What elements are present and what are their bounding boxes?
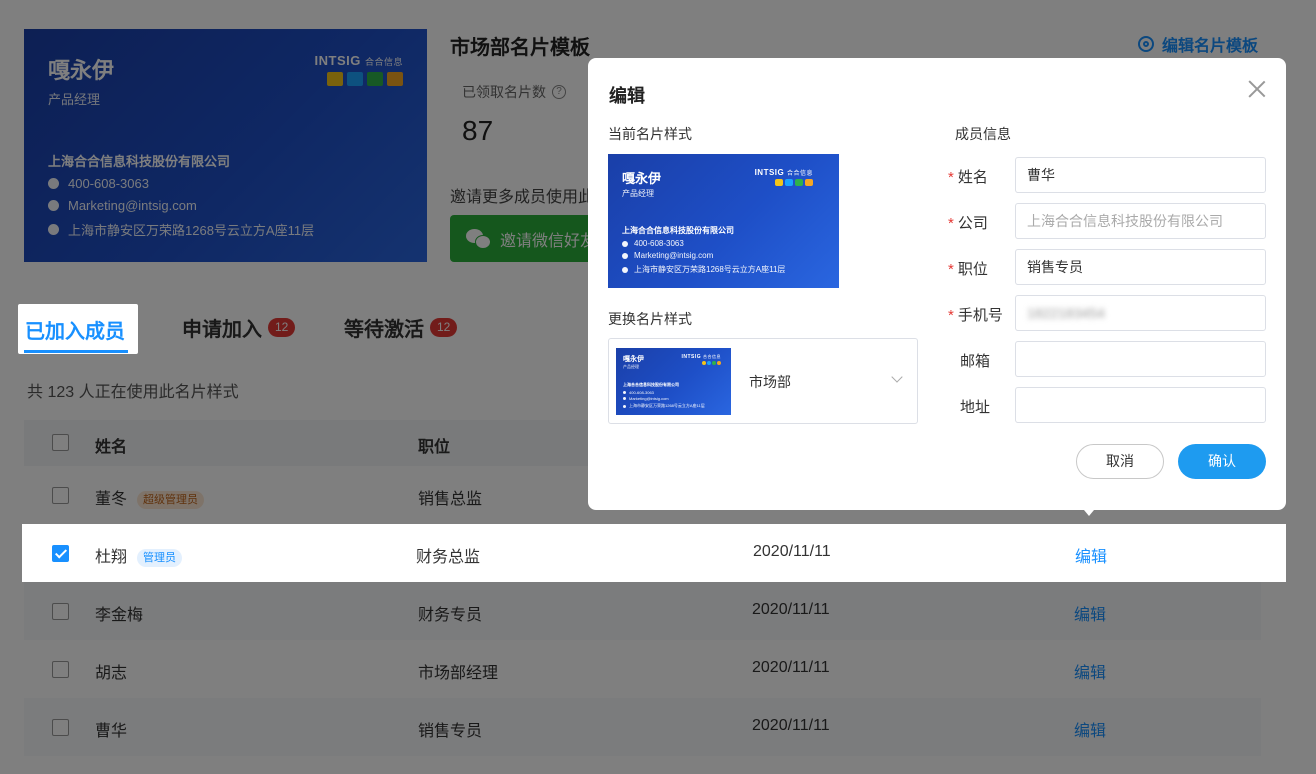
required-mark: * <box>948 307 954 324</box>
phone-input[interactable]: 1822183454 <box>1015 295 1266 331</box>
role-badge: 管理员 <box>137 548 183 567</box>
address-input[interactable] <box>1015 387 1266 423</box>
row-position: 财务总监 <box>416 549 481 566</box>
card-email: Marketing@intsig.com <box>629 396 669 401</box>
table-row-selected: 杜翔 管理员 财务总监 2020/11/11 编辑 <box>22 524 1286 582</box>
name-input[interactable]: 曹华 <box>1015 157 1266 193</box>
intsig-logo: INTSIG 合合信息 <box>755 168 813 186</box>
app-icon <box>775 179 783 186</box>
logo-brand: INTSIG <box>681 354 702 360</box>
card-phone-line: 400-608-3063 <box>623 390 654 395</box>
edit-modal: 编辑 当前名片样式 嘎永伊 产品经理 INTSIG 合合信息 上海合合信息科技股… <box>588 58 1286 510</box>
email-icon <box>623 397 626 400</box>
card-title: 产品经理 <box>623 364 639 369</box>
card-name: 嘎永伊 <box>623 356 644 363</box>
required-mark: * <box>948 169 954 186</box>
style-thumbnail: 嘎永伊 产品经理 INTSIG 合合信息 上海合合信息科技股份有限公司 400-… <box>616 348 731 415</box>
intsig-logo: INTSIG 合合信息 <box>681 354 721 365</box>
required-mark: * <box>948 261 954 278</box>
row-date: 2020/11/11 <box>753 543 831 560</box>
card-address: 上海市静安区万荣路1268号云立方A座11层 <box>629 403 705 408</box>
member-info-label: 成员信息 <box>955 126 1011 142</box>
app-icon <box>795 179 803 186</box>
email-input[interactable] <box>1015 341 1266 377</box>
row-edit-link[interactable]: 编辑 <box>1075 543 1107 567</box>
card-name: 嘎永伊 <box>622 171 662 186</box>
current-card-preview: 嘎永伊 产品经理 INTSIG 合合信息 上海合合信息科技股份有限公司 400-… <box>608 154 839 288</box>
cancel-button[interactable]: 取消 <box>1076 444 1164 479</box>
name-label: * 姓名 <box>948 166 988 187</box>
app-icon <box>717 361 721 365</box>
confirm-button[interactable]: 确认 <box>1178 444 1266 479</box>
card-company: 上海合合信息科技股份有限公司 <box>622 226 734 235</box>
phone-icon <box>622 240 628 247</box>
card-phone: 400-608-3063 <box>629 390 654 395</box>
card-email-line: Marketing@intsig.com <box>622 251 713 260</box>
card-company: 上海合合信息科技股份有限公司 <box>623 382 679 387</box>
chevron-down-icon <box>891 371 903 383</box>
active-tab-indicator <box>24 350 128 353</box>
style-select[interactable]: 嘎永伊 产品经理 INTSIG 合合信息 上海合合信息科技股份有限公司 400-… <box>608 338 918 424</box>
row-checkbox-checked[interactable] <box>52 545 69 562</box>
app-icon <box>785 179 793 186</box>
phone-label: * 手机号 <box>948 304 1003 325</box>
tab-joined[interactable]: 已加入成员 <box>18 304 138 354</box>
address-label: 地址 <box>960 399 991 416</box>
location-icon <box>622 266 628 273</box>
email-label: 邮箱 <box>960 353 991 370</box>
company-label: * 公司 <box>948 212 988 233</box>
name-label-text: 姓名 <box>957 169 988 186</box>
modal-title: 编辑 <box>609 86 645 106</box>
card-address: 上海市静安区万荣路1268号云立方A座11层 <box>634 265 786 274</box>
app-icon <box>805 179 813 186</box>
row-name: 杜翔 管理员 <box>95 543 183 567</box>
tab-joined-label: 已加入成员 <box>25 320 125 343</box>
app-icon <box>712 361 716 365</box>
position-input[interactable]: 销售专员 <box>1015 249 1266 285</box>
position-label-text: 职位 <box>957 261 988 278</box>
app-icon <box>707 361 711 365</box>
row-name-text: 杜翔 <box>95 549 128 566</box>
required-mark: * <box>948 215 954 232</box>
card-email: Marketing@intsig.com <box>634 251 714 260</box>
card-phone-line: 400-608-3063 <box>622 239 684 248</box>
location-icon <box>623 404 626 408</box>
card-email-line: Marketing@intsig.com <box>623 396 669 401</box>
logo-brand-sub: 合合信息 <box>786 171 813 177</box>
company-label-text: 公司 <box>957 215 988 232</box>
logo-brand-sub: 合合信息 <box>703 354 721 359</box>
phone-value-blurred: 1822183454 <box>1027 305 1105 321</box>
card-address-line: 上海市静安区万荣路1268号云立方A座11层 <box>622 264 785 275</box>
app-icon <box>702 361 706 365</box>
card-title: 产品经理 <box>622 189 654 198</box>
email-icon <box>622 252 628 259</box>
current-style-label: 当前名片样式 <box>608 126 692 142</box>
card-address-line: 上海市静安区万荣路1268号云立方A座11层 <box>623 403 705 409</box>
phone-icon <box>623 391 626 394</box>
close-icon[interactable] <box>1248 80 1266 98</box>
company-input[interactable]: 上海合合信息科技股份有限公司 <box>1015 203 1266 239</box>
style-select-value: 市场部 <box>749 374 791 390</box>
phone-label-text: 手机号 <box>957 307 1003 324</box>
logo-brand: INTSIG <box>754 168 785 177</box>
card-phone: 400-608-3063 <box>634 239 684 248</box>
change-style-label: 更换名片样式 <box>608 311 692 327</box>
position-label: * 职位 <box>948 258 988 279</box>
